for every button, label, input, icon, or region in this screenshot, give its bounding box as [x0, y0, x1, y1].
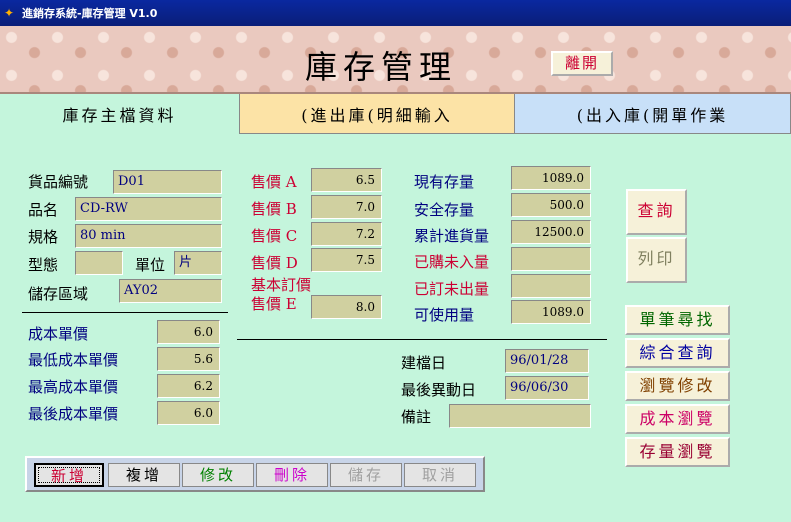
- page-title: 庫存管理: [305, 48, 458, 86]
- created-date-field[interactable]: 96/01/28: [505, 349, 589, 373]
- exit-button[interactable]: 離開: [551, 51, 613, 76]
- price-c-field[interactable]: 7.2: [311, 222, 382, 246]
- price-b-field[interactable]: 7.0: [311, 195, 382, 219]
- current-stock-field[interactable]: 1089.0: [511, 166, 591, 190]
- header-banner: 庫存管理 離開: [0, 26, 791, 94]
- main-window: ✦ 進銷存系統-庫存管理 V1.0 庫存管理 離開 庫存主檔資料 (進出庫(明細…: [0, 0, 791, 522]
- price-a-field[interactable]: 6.5: [311, 168, 382, 192]
- type-field[interactable]: [75, 251, 123, 275]
- note-label: 備註: [401, 408, 432, 426]
- query-button[interactable]: 查詢: [626, 189, 687, 235]
- ordered-not-out-field[interactable]: [511, 274, 591, 298]
- modified-date-label: 最後異動日: [401, 381, 477, 399]
- note-field[interactable]: [449, 404, 591, 428]
- ordered-not-out-label: 已訂未出量: [414, 280, 490, 298]
- edit-button[interactable]: 修改: [182, 463, 254, 487]
- action-toolbar: 新增 複增 修改 刪除 儲存 取消: [25, 456, 485, 492]
- browse-edit-button[interactable]: 瀏覽修改: [625, 371, 730, 401]
- bought-not-in-field[interactable]: [511, 247, 591, 271]
- code-label: 貨品編號: [28, 173, 89, 191]
- code-field[interactable]: D01: [113, 170, 222, 194]
- combined-query-button[interactable]: 綜合查詢: [625, 338, 730, 368]
- single-find-button[interactable]: 單筆尋找: [625, 305, 730, 335]
- total-in-label: 累計進貨量: [414, 227, 490, 245]
- available-label: 可使用量: [414, 306, 475, 324]
- min-cost-field[interactable]: 5.6: [157, 347, 220, 371]
- tab-io-order[interactable]: (出入庫(開單作業: [515, 94, 791, 134]
- area-field[interactable]: AY02: [119, 279, 222, 303]
- divider: [22, 312, 228, 313]
- save-button[interactable]: 儲存: [330, 463, 402, 487]
- base-price-label: 基本訂價: [251, 276, 312, 294]
- available-field[interactable]: 1089.0: [511, 300, 591, 324]
- cost-browse-button[interactable]: 成本瀏覽: [625, 404, 730, 434]
- delete-button[interactable]: 刪除: [256, 463, 328, 487]
- unit-cost-label: 成本單價: [28, 325, 89, 343]
- min-cost-label: 最低成本單價: [28, 351, 119, 369]
- price-b-label: 售價 B: [251, 200, 297, 218]
- modified-date-field[interactable]: 96/06/30: [505, 376, 589, 400]
- max-cost-label: 最高成本單價: [28, 378, 119, 396]
- price-d-label: 售價 D: [251, 254, 298, 272]
- stock-browse-button[interactable]: 存量瀏覽: [625, 437, 730, 467]
- duplicate-button[interactable]: 複增: [108, 463, 180, 487]
- type-label: 型態: [28, 256, 59, 274]
- title-bar: ✦ 進銷存系統-庫存管理 V1.0: [0, 0, 791, 26]
- print-button[interactable]: 列印: [626, 237, 687, 283]
- bought-not-in-label: 已購未入量: [414, 253, 490, 271]
- add-button[interactable]: 新增: [34, 463, 104, 487]
- tab-stock-io-detail[interactable]: (進出庫(明細輸入: [240, 94, 515, 134]
- unit-label: 單位: [135, 256, 166, 274]
- tab-strip: 庫存主檔資料 (進出庫(明細輸入 (出入庫(開單作業: [0, 94, 791, 134]
- safety-stock-field[interactable]: 500.0: [511, 193, 591, 217]
- name-field[interactable]: CD-RW: [75, 197, 222, 221]
- spec-field[interactable]: 80 min: [75, 224, 222, 248]
- price-e-field[interactable]: 8.0: [311, 295, 382, 319]
- cancel-button[interactable]: 取消: [404, 463, 476, 487]
- total-in-field[interactable]: 12500.0: [511, 220, 591, 244]
- unit-field[interactable]: 片: [174, 251, 222, 275]
- price-c-label: 售價 C: [251, 227, 298, 245]
- created-date-label: 建檔日: [401, 354, 447, 372]
- app-icon: ✦: [4, 6, 15, 20]
- window-title: 進銷存系統-庫存管理 V1.0: [22, 7, 158, 20]
- current-stock-label: 現有存量: [414, 173, 475, 191]
- price-e-label: 售價 E: [251, 295, 297, 313]
- spec-label: 規格: [28, 228, 59, 246]
- last-cost-field[interactable]: 6.0: [157, 401, 220, 425]
- area-label: 儲存區域: [28, 285, 89, 303]
- max-cost-field[interactable]: 6.2: [157, 374, 220, 398]
- unit-cost-field[interactable]: 6.0: [157, 320, 220, 344]
- name-label: 品名: [28, 201, 59, 219]
- price-a-label: 售價 A: [251, 173, 297, 191]
- tab-inventory-master[interactable]: 庫存主檔資料: [0, 94, 240, 134]
- last-cost-label: 最後成本單價: [28, 405, 119, 423]
- price-d-field[interactable]: 7.5: [311, 248, 382, 272]
- safety-stock-label: 安全存量: [414, 201, 475, 219]
- divider: [237, 339, 607, 340]
